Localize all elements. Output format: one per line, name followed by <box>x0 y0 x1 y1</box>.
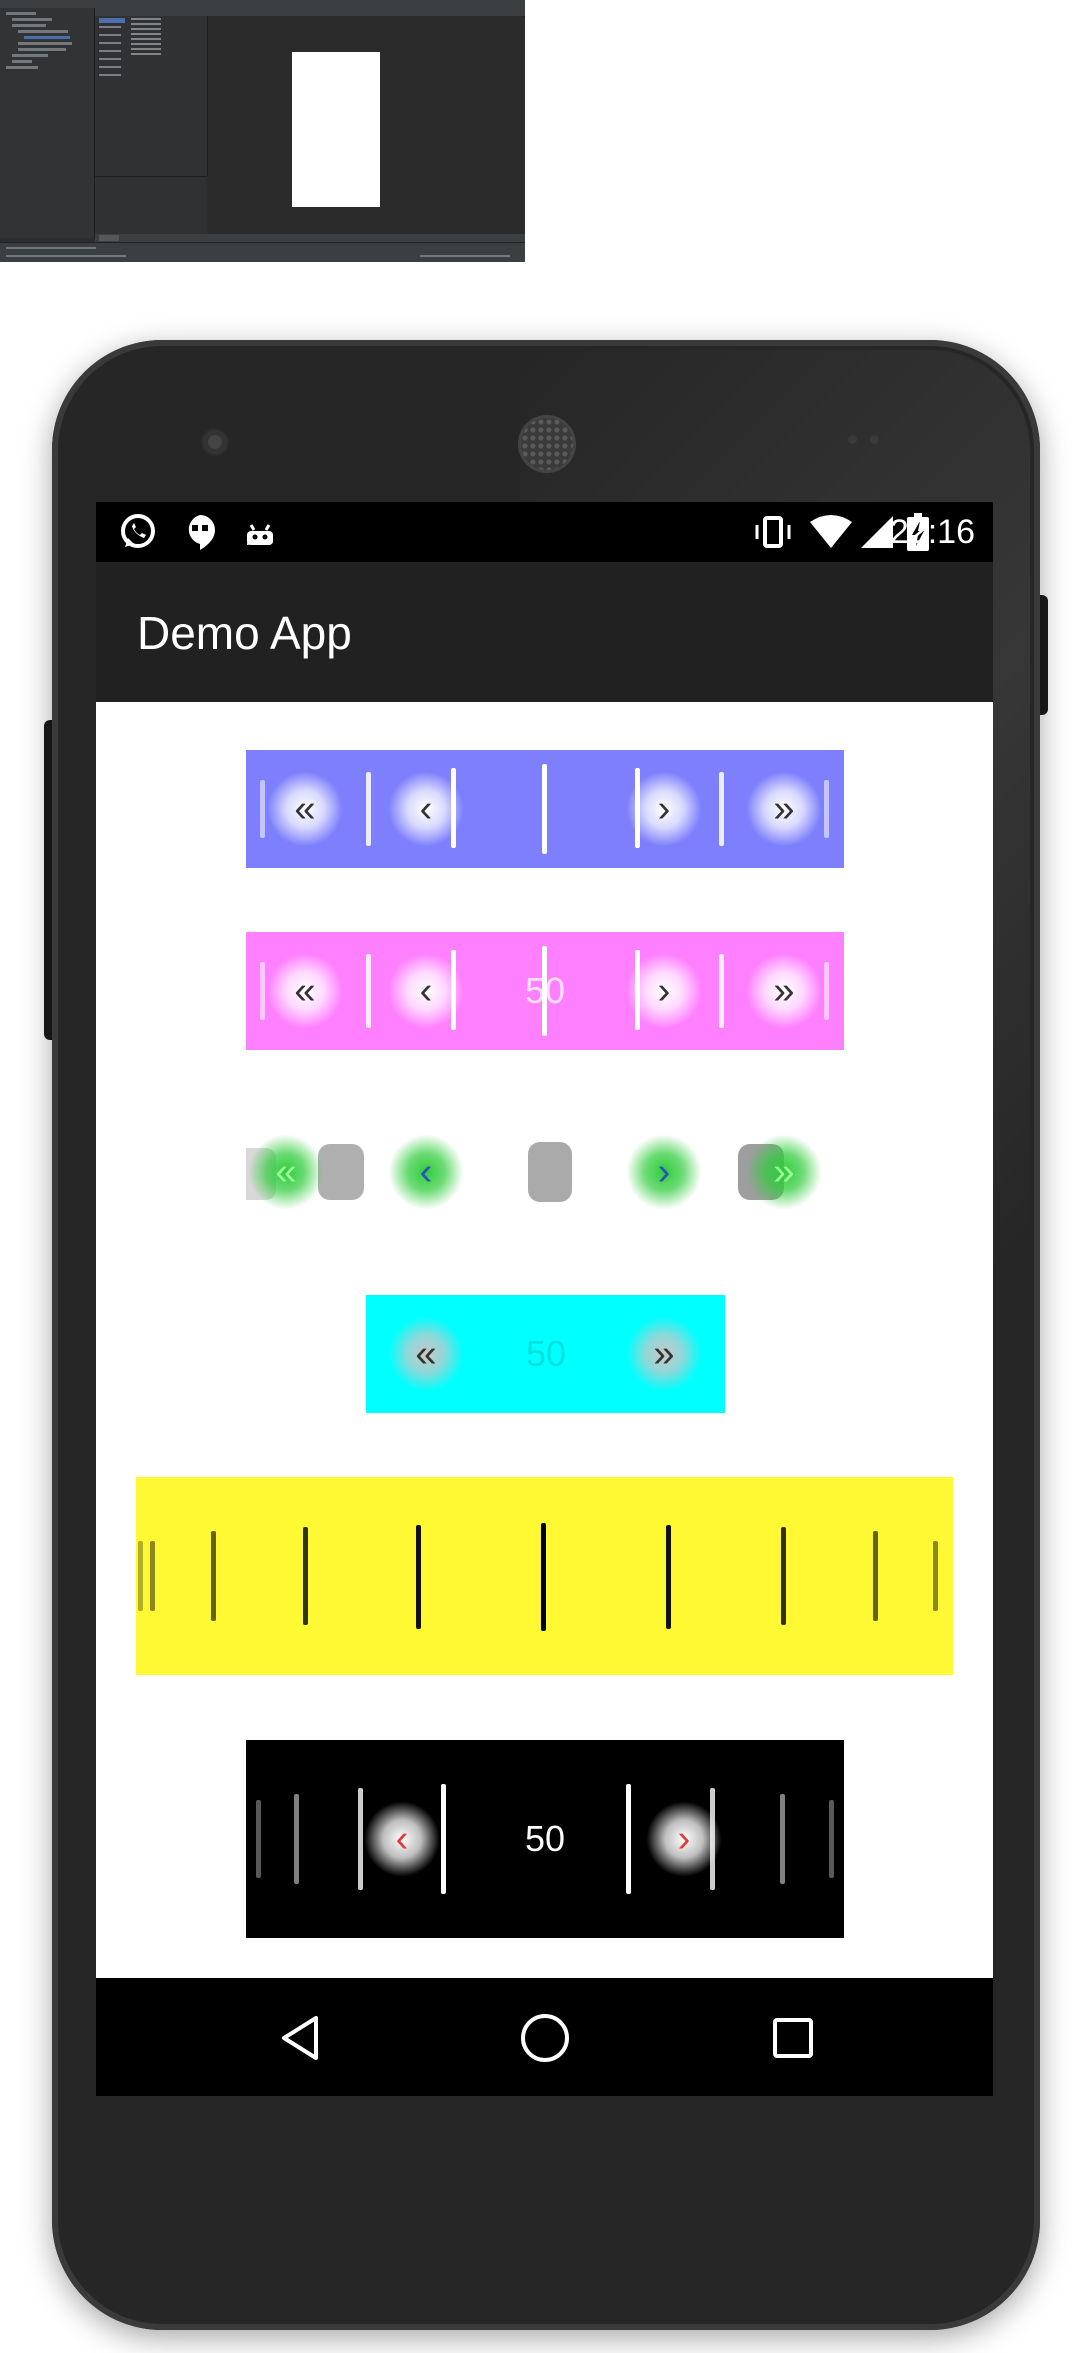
status-bar: 22:16 <box>96 502 993 562</box>
picker-value: 50 <box>524 970 566 1011</box>
recents-icon[interactable] <box>763 2008 823 2068</box>
picker-value: 50 <box>524 1818 566 1859</box>
vibrate-icon <box>751 514 795 550</box>
app-bar: Demo App <box>96 562 993 702</box>
phone-screen: 22:16 Demo App « ‹ › » 50 « ‹ › » « ‹ › … <box>96 502 993 2096</box>
fast-decrement-button[interactable]: « <box>267 771 343 847</box>
picker-tick <box>933 1541 938 1611</box>
app-title: Demo App <box>137 607 352 659</box>
picker-tick <box>626 1784 631 1894</box>
fast-increment-button[interactable]: » <box>746 1134 822 1210</box>
picker-tick <box>358 1788 363 1890</box>
fast-increment-button[interactable]: » <box>626 1316 702 1392</box>
picker-tick <box>542 764 547 854</box>
picker-tick <box>416 1525 421 1629</box>
back-icon[interactable] <box>270 2008 330 2068</box>
decrement-button[interactable]: ‹ <box>388 771 464 847</box>
hangouts-icon <box>182 514 218 550</box>
picker-tick <box>294 1794 299 1884</box>
picker-tick <box>303 1527 308 1625</box>
increment-button[interactable]: › <box>626 1134 702 1210</box>
front-camera <box>203 430 227 454</box>
picker-tick <box>541 1523 546 1631</box>
blue-picker[interactable]: « ‹ › » <box>246 750 844 868</box>
picker-tick <box>781 1527 786 1625</box>
ide-project-tree <box>0 8 95 238</box>
picker-pill <box>318 1144 364 1200</box>
decrement-button[interactable]: ‹ <box>388 953 464 1029</box>
picker-tick <box>366 772 371 846</box>
ide-device-preview <box>292 52 380 207</box>
home-icon[interactable] <box>515 2008 575 2068</box>
ide-statusbar <box>0 242 525 262</box>
black-picker[interactable]: ‹ 50 › <box>246 1740 844 1938</box>
ide-menubar <box>0 0 525 8</box>
picker-value: 50 <box>525 1333 567 1374</box>
picker-tick <box>441 1784 446 1894</box>
picker-tick <box>138 1541 143 1611</box>
ide-component-tree <box>95 176 207 235</box>
wifi-icon <box>808 514 854 550</box>
decrement-button[interactable]: ‹ <box>364 1801 440 1877</box>
android-icon <box>242 514 278 550</box>
earpiece-speaker <box>518 415 576 473</box>
picker-tick <box>824 780 829 838</box>
picker-tick <box>824 962 829 1020</box>
picker-tick <box>150 1541 155 1611</box>
navigation-bar <box>96 1978 993 2096</box>
fast-decrement-button[interactable]: « <box>388 1316 464 1392</box>
picker-tick <box>829 1800 834 1878</box>
fast-increment-button[interactable]: » <box>746 771 822 847</box>
ide-editor-tabs <box>95 234 525 242</box>
ide-screenshot <box>0 0 525 262</box>
picker-tick <box>873 1531 878 1621</box>
status-time: 22:16 <box>889 513 975 551</box>
increment-button[interactable]: › <box>646 1801 722 1877</box>
picker-tick <box>260 780 265 838</box>
picker-tick <box>256 1800 261 1878</box>
picker-tick <box>260 962 265 1020</box>
picker-tick <box>366 954 371 1028</box>
ide-palette <box>95 16 208 176</box>
decrement-button[interactable]: ‹ <box>388 1134 464 1210</box>
picker-tick <box>211 1531 216 1621</box>
whatsapp-icon <box>118 514 158 550</box>
picker-pill <box>528 1142 572 1202</box>
fast-decrement-button[interactable]: « <box>248 1134 324 1210</box>
yellow-picker[interactable] <box>136 1477 953 1675</box>
green-button-picker[interactable]: « ‹ › » <box>246 1112 844 1232</box>
pink-picker[interactable]: 50 « ‹ › » <box>246 932 844 1050</box>
increment-button[interactable]: › <box>626 953 702 1029</box>
picker-tick <box>666 1525 671 1629</box>
picker-tick <box>719 772 724 846</box>
increment-button[interactable]: › <box>626 771 702 847</box>
proximity-sensors <box>848 435 888 445</box>
cyan-picker[interactable]: « 50 » <box>366 1295 725 1413</box>
picker-tick <box>780 1794 785 1884</box>
fast-decrement-button[interactable]: « <box>267 953 343 1029</box>
fast-increment-button[interactable]: » <box>746 953 822 1029</box>
picker-tick <box>719 954 724 1028</box>
